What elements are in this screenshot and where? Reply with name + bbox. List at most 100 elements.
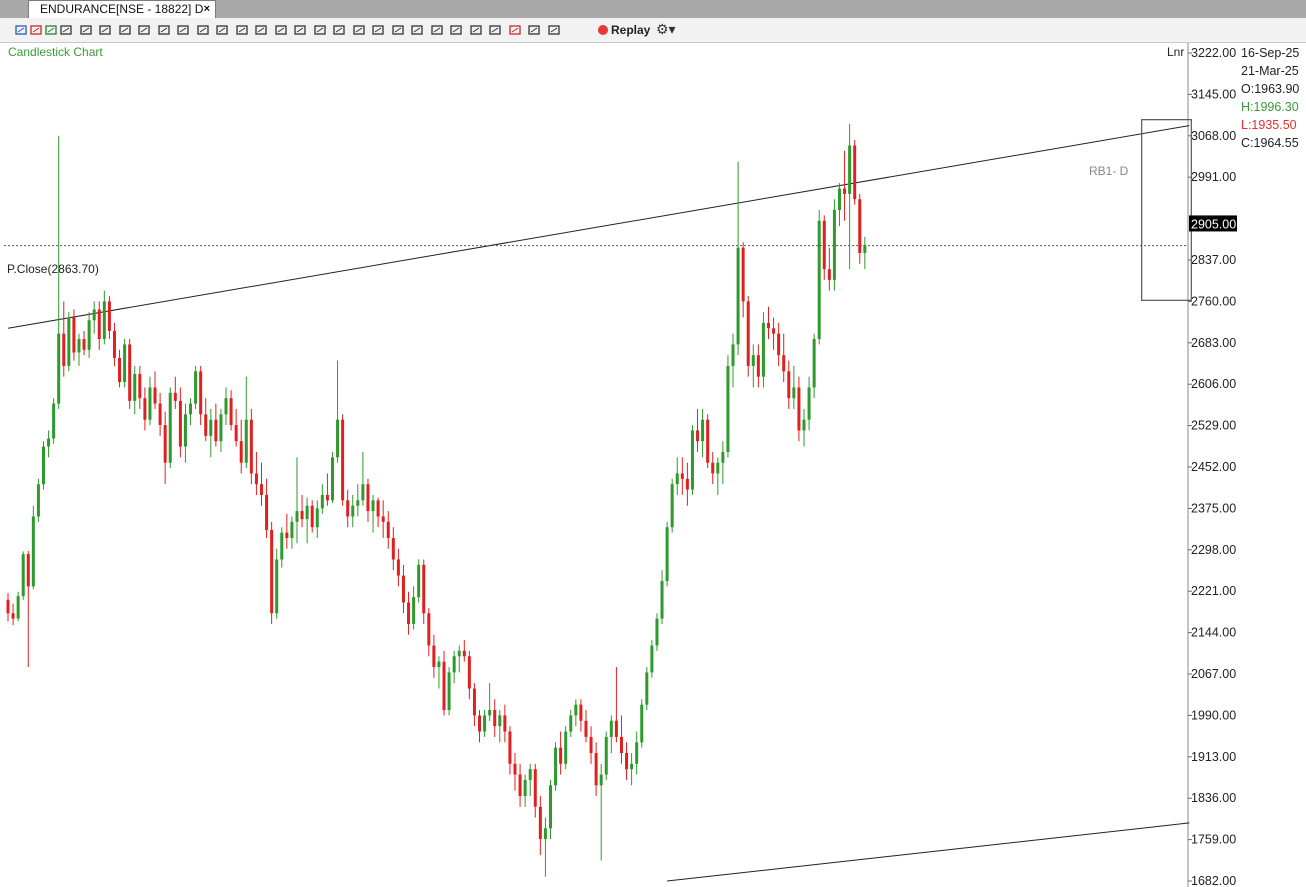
candle-body	[533, 769, 537, 807]
performance-icon[interactable]	[547, 22, 561, 38]
horizontal-line-icon[interactable]	[254, 22, 268, 38]
crosshair-icon[interactable]	[59, 22, 73, 38]
pointer-icon[interactable]	[79, 22, 93, 38]
measure-icon[interactable]	[371, 22, 385, 38]
trash-icon[interactable]	[527, 22, 541, 38]
candle-body	[655, 618, 659, 646]
candle-body	[574, 704, 578, 716]
candle-body	[412, 597, 416, 624]
candle-body	[746, 301, 750, 366]
candle-body	[285, 532, 289, 538]
ohlc-info-panel: 16-Sep-25 21-Mar-25 O:1963.90 H:1996.30 …	[1241, 44, 1299, 152]
eraser-icon[interactable]	[352, 22, 366, 38]
candle-body	[346, 500, 350, 517]
candle-body	[67, 317, 71, 366]
candle-body	[239, 441, 243, 463]
candle-body	[625, 753, 629, 770]
candle-body	[234, 425, 238, 442]
candle-body	[807, 387, 811, 420]
candle-body	[640, 704, 644, 743]
candle-body	[670, 484, 674, 528]
candle-body	[731, 344, 735, 366]
candle-body	[467, 656, 471, 689]
candle-body	[183, 414, 187, 447]
candle-body	[275, 559, 279, 614]
candle-body	[280, 532, 284, 560]
parallel-lines-icon[interactable]	[332, 22, 346, 38]
candle-body	[457, 650, 461, 657]
fib-icon[interactable]	[313, 22, 327, 38]
candle-body	[447, 672, 451, 711]
line-icon[interactable]	[235, 22, 249, 38]
candle-body	[249, 419, 253, 474]
candle-body	[513, 763, 517, 775]
chart-tab[interactable]: ENDURANCE[NSE - 18822] D ×	[28, 0, 216, 18]
candle-body	[366, 484, 370, 512]
candle-body	[523, 779, 527, 797]
day-icon[interactable]	[29, 22, 43, 38]
candle-body	[107, 301, 111, 331]
last-price-label: 2905.00	[1191, 217, 1236, 231]
candle-body	[650, 645, 654, 673]
candle-body	[214, 419, 218, 442]
shapes-icon[interactable]	[391, 22, 405, 38]
y-tick-label: 2221.00	[1191, 584, 1236, 598]
line-chart-icon[interactable]	[118, 22, 132, 38]
alert-icon[interactable]	[508, 22, 522, 38]
candle-body	[315, 508, 319, 528]
y-tick-label: 2067.00	[1191, 667, 1236, 681]
line-tool-icon[interactable]	[157, 22, 171, 38]
candle-body	[356, 500, 360, 506]
ruler-icon[interactable]	[215, 22, 229, 38]
calendar-icon[interactable]	[469, 22, 483, 38]
candle-body	[341, 419, 345, 501]
candle-body	[194, 371, 198, 404]
candle-body	[645, 672, 649, 705]
template-icon[interactable]	[410, 22, 424, 38]
scissors-icon[interactable]	[176, 22, 190, 38]
candle-body	[189, 403, 193, 415]
candle-body	[219, 414, 223, 442]
candle-body	[863, 244, 867, 254]
candle-body	[802, 419, 806, 431]
replay-button[interactable]: Replay	[598, 23, 650, 37]
candle-body	[832, 209, 836, 280]
candle-body	[112, 330, 116, 358]
candle-body	[772, 328, 776, 334]
chart-area[interactable]: 3222.00 3145.00 3068.00 2991.00 2837.00 2760.…	[0, 43, 1306, 887]
bar-type-icon[interactable]	[98, 22, 112, 38]
candle-body	[721, 451, 725, 463]
candle-body	[47, 438, 51, 447]
candle-body	[351, 505, 355, 517]
intraday-icon[interactable]	[14, 22, 28, 38]
pencil-icon[interactable]	[196, 22, 210, 38]
candle-body	[812, 339, 816, 388]
candle-body	[675, 473, 679, 485]
candle-body	[153, 387, 157, 404]
candle-body	[417, 564, 421, 598]
candle-body	[401, 575, 405, 603]
range-box-label: RB1- D	[1089, 164, 1129, 178]
star-icon[interactable]	[488, 22, 502, 38]
y-tick-label: 1836.00	[1191, 791, 1236, 805]
scale-mode-toggle[interactable]: Lnr	[1167, 45, 1184, 59]
y-tick-label: 3068.00	[1191, 129, 1236, 143]
candle-body	[199, 371, 203, 415]
week-icon[interactable]	[44, 22, 58, 38]
link-icon[interactable]	[449, 22, 463, 38]
candle-body	[361, 484, 365, 501]
cube-icon[interactable]	[293, 22, 307, 38]
trendline	[7, 125, 1190, 329]
candle-body	[178, 400, 182, 447]
volume-icon[interactable]	[274, 22, 288, 38]
save-icon[interactable]	[430, 22, 444, 38]
y-tick-label: 2144.00	[1191, 626, 1236, 640]
replay-icon	[598, 25, 608, 35]
tab-close-icon[interactable]: ×	[204, 1, 210, 17]
candle-body	[11, 613, 15, 619]
candle-body	[848, 145, 852, 194]
candle-icon[interactable]	[137, 22, 151, 38]
candle-body	[751, 355, 755, 366]
gear-icon[interactable]: ⚙▾	[656, 21, 676, 38]
candle-body	[696, 430, 700, 442]
